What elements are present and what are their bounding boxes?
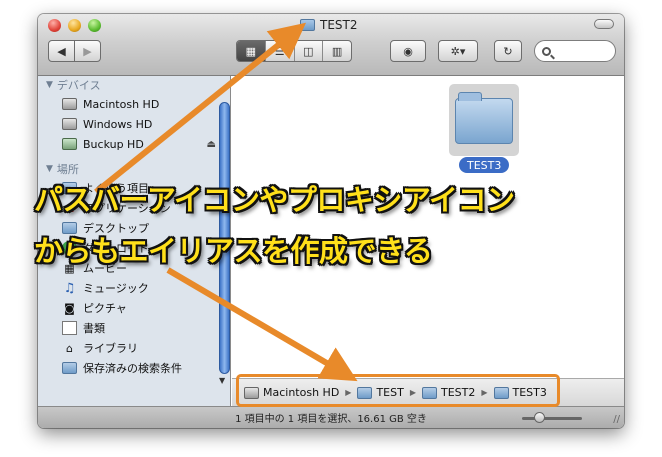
annotation-caption-line-1: パスバーアイコンやプロキシアイコン xyxy=(34,183,515,217)
arrow-to-proxy-icon xyxy=(94,22,307,195)
arrow-to-path-bar xyxy=(166,267,358,382)
annotation-caption-line-2: からもエイリアスを作成できる xyxy=(34,234,433,268)
